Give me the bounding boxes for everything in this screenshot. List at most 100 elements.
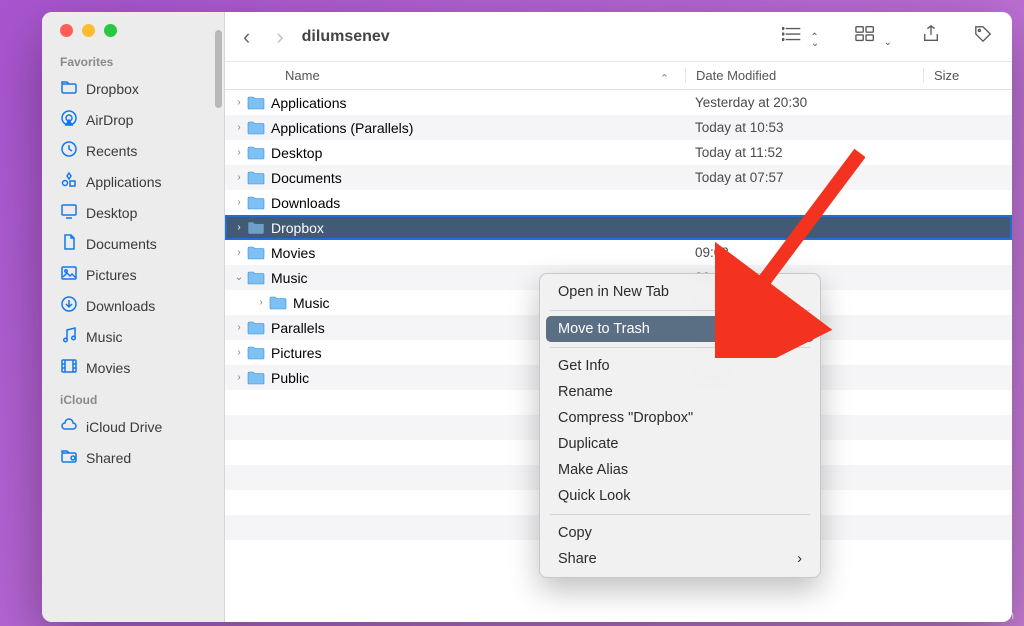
sidebar-item-shared[interactable]: Shared	[42, 442, 224, 473]
file-row[interactable]: › Dropbox	[225, 215, 1012, 240]
file-row[interactable]: › Desktop Today at 11:52	[225, 140, 1012, 165]
sidebar-item-applications[interactable]: Applications	[42, 166, 224, 197]
file-row[interactable]: ›Movies09:08	[225, 240, 1012, 265]
context-menu-item-copy[interactable]: Copy	[540, 520, 820, 546]
sidebar-item-label: Pictures	[86, 267, 137, 283]
toolbar: ‹ › dilumsenev ⌃⌄ ⌄	[225, 12, 1012, 62]
disclosure-triangle-icon[interactable]: ›	[233, 372, 245, 383]
sidebar-item-label: Downloads	[86, 298, 155, 314]
disclosure-triangle-icon[interactable]: ›	[233, 197, 245, 208]
context-menu-label: Share	[558, 551, 597, 567]
disclosure-triangle-icon[interactable]: ›	[233, 147, 245, 158]
folder-icon	[247, 346, 265, 360]
file-row[interactable]: › Applications Yesterday at 20:30	[225, 90, 1012, 115]
watermark: wsxwy.com	[959, 610, 1014, 622]
context-menu-separator	[550, 514, 810, 515]
column-headers: Name ⌃ Date Modified Size	[225, 62, 1012, 90]
movie-icon	[60, 357, 78, 378]
sidebar-item-label: Movies	[86, 360, 130, 376]
file-name: Documents	[271, 170, 342, 186]
file-date: Yesterday at 20:30	[685, 95, 923, 110]
sidebar-item-label: Dropbox	[86, 81, 139, 97]
file-date: 09:08	[685, 245, 923, 260]
sidebar-item-label: Applications	[86, 174, 162, 190]
tags-button[interactable]	[972, 25, 994, 48]
context-menu-label: Open in New Tab	[558, 284, 669, 300]
folder-icon	[247, 221, 265, 235]
disclosure-triangle-icon[interactable]: ›	[255, 297, 267, 308]
file-name: Dropbox	[271, 220, 324, 236]
context-menu-item-duplicate[interactable]: Duplicate	[540, 431, 820, 457]
minimize-icon[interactable]	[82, 24, 95, 37]
sidebar-item-desktop[interactable]: Desktop	[42, 197, 224, 228]
file-name: Applications (Parallels)	[271, 120, 413, 136]
disclosure-triangle-icon[interactable]: ›	[233, 172, 245, 183]
sidebar: Favorites Dropbox AirDropRecents Applicatio…	[42, 12, 225, 622]
file-date: Today at 07:57	[685, 170, 923, 185]
context-menu-item-get-info[interactable]: Get Info	[540, 353, 820, 379]
image-icon	[60, 264, 78, 285]
forward-button[interactable]: ›	[276, 24, 283, 50]
window-title: dilumsenev	[302, 28, 390, 46]
sidebar-item-recents[interactable]: Recents	[42, 135, 224, 166]
sidebar-item-music[interactable]: Music	[42, 321, 224, 352]
folder-icon	[247, 371, 265, 385]
file-row[interactable]: › Documents Today at 07:57	[225, 165, 1012, 190]
sidebar-section-title: iCloud	[42, 383, 224, 411]
disclosure-triangle-icon[interactable]: ›	[233, 122, 245, 133]
sidebar-section-title: Favorites	[42, 45, 224, 73]
sidebar-item-label: iCloud Drive	[86, 419, 162, 435]
file-name: Music	[293, 295, 330, 311]
context-menu-label: Duplicate	[558, 436, 618, 452]
disclosure-triangle-icon[interactable]: ›	[233, 247, 245, 258]
sidebar-item-documents[interactable]: Documents	[42, 228, 224, 259]
file-name: Music	[271, 270, 308, 286]
doc-icon	[60, 233, 78, 254]
context-menu-item-share[interactable]: Share›	[540, 546, 820, 572]
context-menu-item-rename[interactable]: Rename	[540, 379, 820, 405]
file-name: Downloads	[271, 195, 340, 211]
view-list-button[interactable]: ⌃⌄	[782, 25, 825, 48]
disclosure-triangle-icon[interactable]: ›	[233, 97, 245, 108]
disclosure-triangle-icon[interactable]: ⌄	[233, 272, 245, 283]
context-menu-separator	[550, 310, 810, 311]
folder-icon	[247, 246, 265, 260]
folder-icon	[60, 78, 78, 99]
context-menu-label: Rename	[558, 384, 613, 400]
folder-icon	[247, 196, 265, 210]
disclosure-triangle-icon[interactable]: ›	[233, 222, 245, 233]
file-name: Desktop	[271, 145, 322, 161]
column-size[interactable]: Size	[923, 68, 1012, 83]
sidebar-item-airdrop[interactable]: AirDrop	[42, 104, 224, 135]
file-name: Applications	[271, 95, 347, 111]
disclosure-triangle-icon[interactable]: ›	[233, 347, 245, 358]
file-date: Today at 11:52	[685, 145, 923, 160]
column-date[interactable]: Date Modified	[685, 68, 923, 83]
group-button[interactable]: ⌄	[855, 25, 890, 48]
sidebar-item-dropbox[interactable]: Dropbox	[42, 73, 224, 104]
context-menu-item-compress-dropbox-[interactable]: Compress "Dropbox"	[540, 405, 820, 431]
shared-icon	[60, 447, 78, 468]
sidebar-item-icloud-drive[interactable]: iCloud Drive	[42, 411, 224, 442]
back-button[interactable]: ‹	[243, 24, 250, 50]
sidebar-item-movies[interactable]: Movies	[42, 352, 224, 383]
disclosure-triangle-icon[interactable]: ›	[233, 322, 245, 333]
scrollbar-thumb[interactable]	[215, 30, 222, 108]
share-button[interactable]	[920, 25, 942, 48]
context-menu-item-quick-look[interactable]: Quick Look	[540, 483, 820, 509]
finder-window: Favorites Dropbox AirDropRecents Applicatio…	[42, 12, 1012, 622]
file-row[interactable]: › Downloads	[225, 190, 1012, 215]
context-menu-item-move-to-trash[interactable]: Move to Trash	[546, 316, 814, 342]
zoom-icon[interactable]	[104, 24, 117, 37]
folder-icon	[269, 296, 287, 310]
close-icon[interactable]	[60, 24, 73, 37]
folder-icon	[247, 121, 265, 135]
sidebar-item-downloads[interactable]: Downloads	[42, 290, 224, 321]
context-menu-item-make-alias[interactable]: Make Alias	[540, 457, 820, 483]
sidebar-item-label: Music	[86, 329, 123, 345]
context-menu-separator	[550, 347, 810, 348]
context-menu-item-open-in-new-tab[interactable]: Open in New Tab	[540, 279, 820, 305]
sidebar-item-pictures[interactable]: Pictures	[42, 259, 224, 290]
column-name[interactable]: Name ⌃	[225, 68, 685, 83]
file-row[interactable]: ›Applications (Parallels)Today at 10:53	[225, 115, 1012, 140]
